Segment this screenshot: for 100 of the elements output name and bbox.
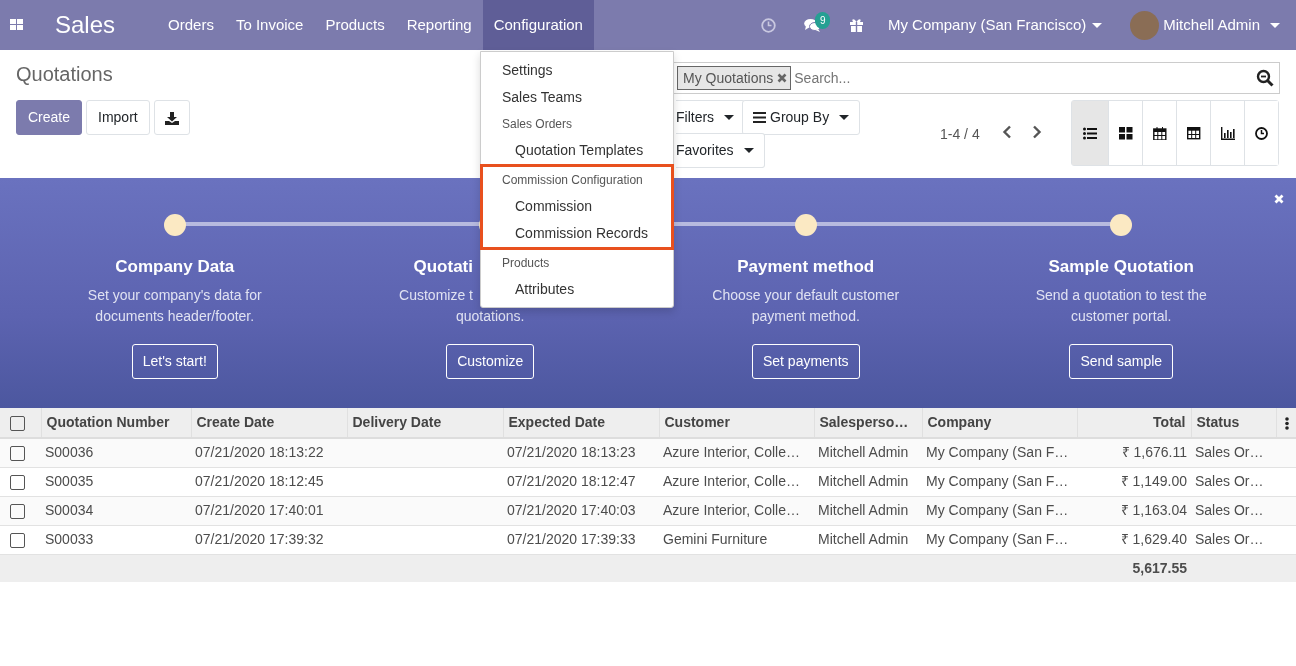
menu-item[interactable]: Quotation Templates xyxy=(481,137,673,164)
row-checkbox[interactable] xyxy=(10,446,25,462)
table-cell: My Company (San F… xyxy=(926,531,1069,547)
step-title: Payment method xyxy=(737,256,875,278)
table-cell: Azure Interior, Colle… xyxy=(663,444,800,461)
table-cell: ₹ 1,149.00 xyxy=(1120,473,1187,489)
user-menu[interactable]: Mitchell Admin xyxy=(1116,0,1296,50)
table-cell: Sales Or… xyxy=(1195,531,1264,547)
table-cell: Mitchell Admin xyxy=(818,473,909,489)
menu-section-header: Sales Orders xyxy=(501,116,574,133)
table-cell: S00034 xyxy=(45,502,94,518)
table-cell: Azure Interior, Colle… xyxy=(663,473,800,489)
menu-tab[interactable]: Orders xyxy=(157,0,225,50)
clock-icon xyxy=(760,17,776,33)
table-cell: ₹ 1,676.11 xyxy=(1121,444,1187,461)
table-cell: Gemini Furniture xyxy=(663,531,768,547)
company-switcher[interactable]: My Company (San Francisco) xyxy=(877,0,1117,50)
table-cell: 07/21/2020 17:39:32 xyxy=(195,531,324,547)
column-header[interactable]: Quotation Number xyxy=(41,408,191,438)
step-description: Customize t xyxy=(399,285,473,305)
step-description: Choose your default customer xyxy=(712,285,900,305)
import-button[interactable]: Import xyxy=(86,100,150,135)
step-action-button[interactable]: Set payments xyxy=(751,343,860,379)
previous-page-icon[interactable] xyxy=(1002,125,1012,139)
step-action-button[interactable]: Let's start! xyxy=(131,343,218,379)
column-header[interactable]: Company xyxy=(922,408,1077,438)
search-field[interactable]: My Quotations Search... xyxy=(674,62,1280,94)
view-switch-button[interactable] xyxy=(1244,101,1278,165)
list-view-icon xyxy=(1083,126,1097,140)
caret-icon xyxy=(1270,22,1280,28)
column-header[interactable]: Salesperso… xyxy=(814,408,922,438)
table-cell: 07/21/2020 17:39:33 xyxy=(507,531,636,547)
row-checkbox[interactable] xyxy=(10,532,25,548)
step-title: Company Data xyxy=(115,256,235,278)
step-action-button[interactable]: Send sample xyxy=(1069,343,1174,379)
app-name: Sales xyxy=(55,10,116,40)
filter-dropdown-button[interactable]: Favorites xyxy=(676,133,765,168)
close-icon xyxy=(1274,194,1284,205)
table-cell: Mitchell Admin xyxy=(818,444,909,461)
step-title: Sample Quotation xyxy=(1048,256,1194,278)
step-action-button[interactable]: Customize xyxy=(446,343,535,379)
row-checkbox[interactable] xyxy=(10,503,25,519)
clock-view-icon xyxy=(1254,126,1269,140)
remove-facet-icon[interactable] xyxy=(777,73,788,83)
row-checkbox[interactable] xyxy=(10,474,25,490)
table-cell: S00036 xyxy=(45,444,94,461)
search-icon[interactable] xyxy=(1256,69,1274,87)
table-cell: My Company (San F… xyxy=(926,502,1069,518)
calendar-view-icon xyxy=(1152,126,1167,140)
table-cell: 07/21/2020 17:40:03 xyxy=(507,502,636,518)
step-dot xyxy=(794,214,817,236)
download-button[interactable] xyxy=(153,100,190,135)
caret-icon xyxy=(743,148,754,153)
table-cell: ₹ 1,629.40 xyxy=(1120,531,1187,547)
caret-icon xyxy=(724,115,735,120)
view-switch-button[interactable] xyxy=(1072,101,1108,165)
table-cell: Azure Interior, Colle… xyxy=(663,502,800,518)
total-sum: 5,617.55 xyxy=(1132,559,1187,576)
user-avatar xyxy=(1130,10,1160,40)
column-header[interactable]: Customer xyxy=(659,408,814,438)
menu-tab[interactable]: Products xyxy=(314,0,396,50)
create-button[interactable]: Create xyxy=(16,100,83,135)
step-dot xyxy=(1110,214,1133,236)
menu-tab[interactable]: Configuration xyxy=(482,0,594,50)
step-description: payment method. xyxy=(751,306,860,326)
table-cell: Mitchell Admin xyxy=(818,502,909,518)
select-all-checkbox[interactable] xyxy=(10,415,25,431)
filter-facet[interactable]: My Quotations xyxy=(677,66,792,90)
step-description: quotations. xyxy=(456,306,525,326)
menu-item[interactable]: Attributes xyxy=(481,276,673,303)
step-description: Send a quotation to test the xyxy=(1035,285,1207,305)
menu-item[interactable]: Settings xyxy=(481,57,673,84)
table-cell: 07/21/2020 18:12:47 xyxy=(507,473,636,489)
table-cell: Mitchell Admin xyxy=(818,531,909,547)
table-cell: S00033 xyxy=(45,531,94,547)
table-cell: ₹ 1,163.04 xyxy=(1120,502,1187,518)
table-view-icon xyxy=(1186,126,1201,140)
column-options-icon[interactable] xyxy=(1284,416,1289,430)
list-lines-icon xyxy=(753,112,766,123)
download-icon xyxy=(164,111,179,125)
breadcrumb-title: Quotations xyxy=(16,62,113,86)
menu-section-header: Products xyxy=(501,255,551,272)
column-header[interactable]: Delivery Date xyxy=(347,408,503,438)
column-header[interactable]: Expected Date xyxy=(503,408,659,438)
apps-grid-icon xyxy=(10,19,23,31)
menu-section-header: Commission Configuration xyxy=(501,172,644,189)
column-header[interactable]: Create Date xyxy=(191,408,347,438)
menu-tab[interactable]: Reporting xyxy=(395,0,483,50)
menu-tab[interactable]: To Invoice xyxy=(224,0,315,50)
menu-item[interactable]: Sales Teams xyxy=(481,84,673,111)
next-page-icon[interactable] xyxy=(1032,125,1042,139)
column-header[interactable]: Total xyxy=(1077,408,1191,438)
table-cell: Sales Or… xyxy=(1195,473,1264,489)
caret-icon xyxy=(1092,22,1103,28)
menu-item[interactable]: Commission Records xyxy=(484,220,670,247)
menu-item[interactable]: Commission xyxy=(484,193,670,220)
filter-dropdown-button[interactable]: Group By xyxy=(742,100,861,135)
step-title: Quotati xyxy=(413,256,473,278)
column-header[interactable]: Status xyxy=(1191,408,1276,438)
step-description: documents header/footer. xyxy=(95,306,255,326)
